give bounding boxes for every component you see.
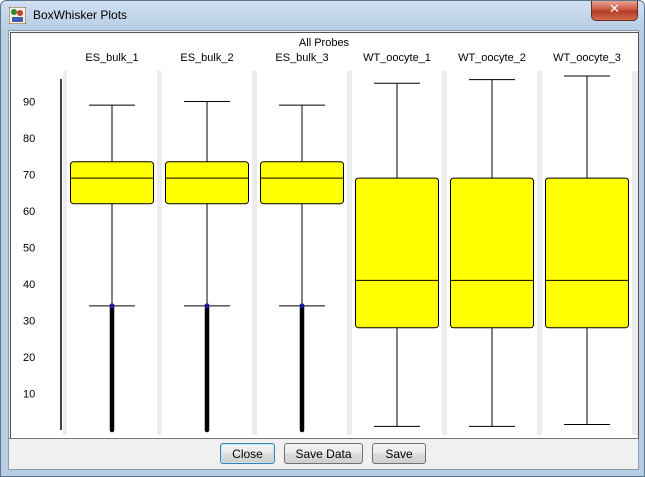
y-tick-label: 10	[23, 389, 35, 401]
category-label: WT_oocyte_3	[553, 52, 621, 64]
y-tick-label: 80	[23, 133, 35, 145]
outlier-marker	[204, 303, 210, 309]
save-data-button[interactable]: Save Data	[284, 443, 363, 464]
plot-area: All Probes 10 20 30 40 50 60 70 80 90 ES_bulk_1 ES_…	[10, 32, 639, 439]
category-label: ES_bulk_2	[180, 52, 233, 64]
y-tick-label: 70	[23, 170, 35, 182]
y-tick-label: 20	[23, 352, 35, 364]
footer-separator	[9, 438, 638, 439]
title-bar[interactable]: BoxWhisker Plots ✕	[1, 1, 644, 29]
iqr-box	[450, 177, 534, 329]
y-tick-label: 30	[23, 316, 35, 328]
save-button[interactable]: Save	[372, 443, 426, 464]
outlier-marker	[299, 303, 305, 309]
boxwhisker-chart: All Probes 10 20 30 40 50 60 70 80 90 ES_bulk_1 ES_…	[11, 37, 638, 435]
y-tick-label: 50	[23, 243, 35, 255]
client-area: All Probes 10 20 30 40 50 60 70 80 90 ES_bulk_1 ES_…	[8, 30, 639, 470]
category-label: ES_bulk_3	[275, 52, 328, 64]
boxwhisker-window: BoxWhisker Plots ✕ All Probes 10 20 30 40 50 6…	[0, 0, 645, 477]
close-button[interactable]: Close	[220, 443, 275, 464]
iqr-box	[545, 177, 629, 329]
y-tick-label: 90	[23, 97, 35, 109]
window-close-button[interactable]: ✕	[591, 1, 638, 21]
category-label: WT_oocyte_2	[458, 52, 526, 64]
chart-title: All Probes	[299, 37, 350, 49]
window-title: BoxWhisker Plots	[33, 8, 128, 22]
iqr-box	[70, 161, 154, 205]
category-label: ES_bulk_1	[85, 52, 138, 64]
y-tick-label: 40	[23, 279, 35, 291]
y-tick-label: 60	[23, 206, 35, 218]
iqr-box	[260, 161, 344, 205]
iqr-box	[165, 161, 249, 205]
y-axis-panel	[11, 71, 63, 435]
outlier-marker	[109, 303, 115, 309]
iqr-box	[355, 177, 439, 329]
category-label: WT_oocyte_1	[363, 52, 431, 64]
app-icon	[9, 7, 26, 24]
